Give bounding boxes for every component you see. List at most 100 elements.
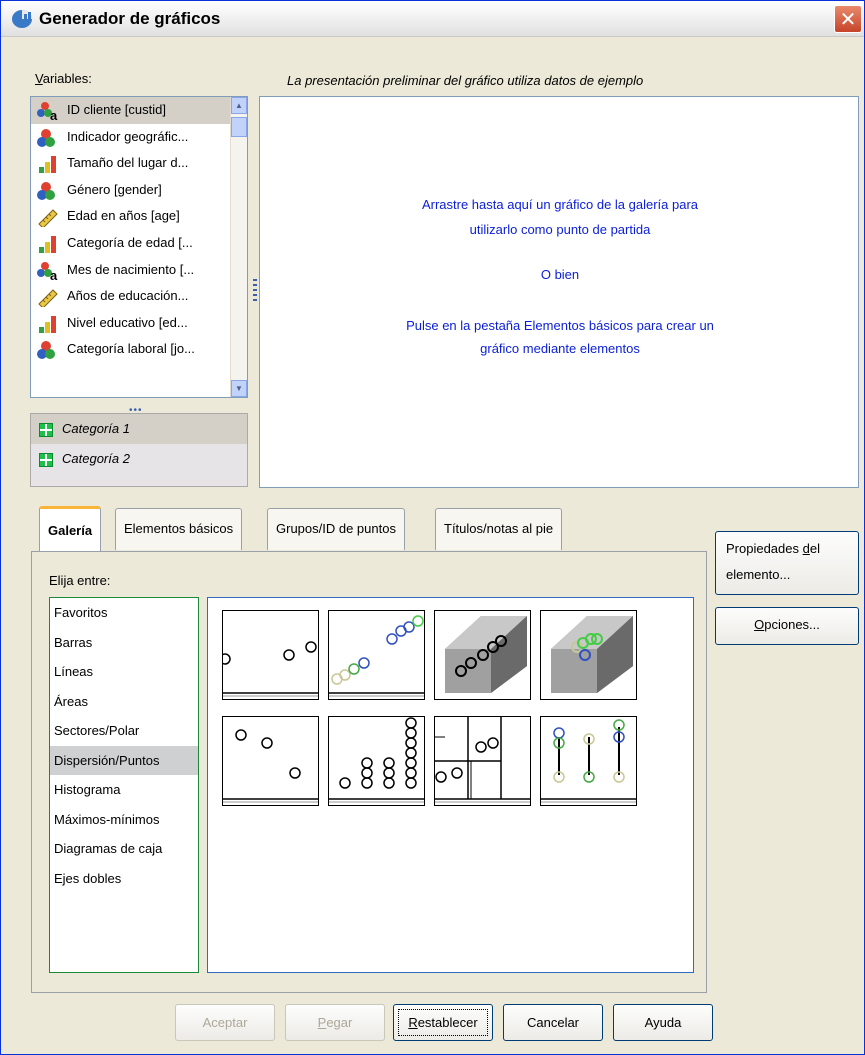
tab-gallery[interactable]: Galería	[39, 506, 102, 553]
chart-builder-window: Generador de gráficos ✕ Variables: La pr…	[0, 0, 865, 1055]
grouped-scatter-thumbnail[interactable]	[328, 610, 425, 700]
list-item[interactable]: Nivel educativo [ed...	[31, 310, 247, 337]
list-item[interactable]: Categoría 2	[31, 444, 247, 474]
button-text-mnemonic: O	[754, 617, 765, 632]
tab-titles-footnotes[interactable]: Títulos/notas al pie	[435, 508, 563, 550]
list-item[interactable]: Tamaño del lugar d...	[31, 150, 247, 177]
canvas-instruction-or: O bien	[540, 267, 580, 282]
variable-list[interactable]: a ID cliente [custid] Indicador geográfi…	[30, 96, 248, 398]
category-icon	[39, 423, 53, 437]
nominal-string-icon: a	[37, 261, 58, 281]
variables-label: Variables:	[35, 71, 92, 86]
variable-list-scrollbar[interactable]: ▲ ▼	[230, 97, 247, 397]
canvas-instruction-line: gráfico mediante elementos	[480, 341, 640, 356]
button-text: el	[809, 541, 820, 556]
element-properties-line2: elemento...	[726, 567, 791, 582]
scroll-up-button[interactable]: ▲	[231, 97, 247, 114]
category-label: Categoría 1	[62, 421, 130, 436]
3d-scatter-thumbnail[interactable]	[434, 610, 531, 700]
button-text-mnemonic: d	[802, 541, 810, 556]
options-button[interactable]: Opciones...	[715, 607, 859, 645]
grouped-scatter-icon	[329, 615, 424, 697]
accept-button[interactable]: Aceptar	[175, 1004, 275, 1041]
variable-label: Género [gender]	[67, 181, 162, 197]
simple-scatter-thumbnail[interactable]	[219, 610, 319, 700]
scatter-matrix-thumbnail[interactable]	[434, 716, 531, 806]
list-item[interactable]: a ID cliente [custid]	[31, 97, 247, 124]
drop-line-icon	[541, 719, 636, 803]
category-icon	[39, 453, 53, 467]
variable-label: Indicador geográfic...	[67, 128, 189, 144]
help-button[interactable]: Ayuda	[613, 1004, 713, 1041]
ordinal-icon	[39, 315, 56, 333]
list-item[interactable]: Indicador geográfic...	[31, 124, 247, 151]
list-item[interactable]: a Mes de nacimiento [...	[31, 257, 247, 284]
button-text-mnemonic: R	[408, 1015, 418, 1030]
ordinal-icon	[39, 235, 56, 253]
chart-gallery[interactable]	[207, 597, 694, 973]
scatter-matrix-icon	[435, 717, 530, 803]
title-bar[interactable]: Generador de gráficos ✕	[1, 1, 864, 37]
arrow-down-icon: ▼	[235, 384, 243, 393]
vertical-splitter-grip[interactable]	[253, 279, 257, 303]
list-item[interactable]: Histograma	[50, 775, 198, 805]
button-text: egar	[326, 1015, 353, 1030]
cancel-button[interactable]: Cancelar	[503, 1004, 603, 1041]
chart-builder-icon	[12, 10, 32, 28]
list-item[interactable]: Edad en años [age]	[31, 203, 247, 230]
close-button[interactable]: ✕	[834, 5, 862, 33]
grouped-3d-scatter-thumbnail[interactable]	[540, 610, 637, 700]
variables-label-mnemonic: V	[35, 71, 43, 86]
close-icon: ✕	[839, 8, 857, 31]
variables-label-rest: ariables:	[42, 71, 92, 86]
element-properties-button[interactable]: Propiedades del elemento...	[715, 531, 859, 595]
list-item[interactable]: Ejes dobles	[50, 864, 198, 894]
scale-icon	[38, 289, 58, 308]
variable-label: Años de educación...	[67, 288, 189, 304]
chart-preview-canvas[interactable]: Arrastre hasta aquí un gráfico de la gal…	[259, 96, 859, 488]
scroll-thumb[interactable]	[231, 117, 247, 137]
canvas-instruction-line: Arrastre hasta aquí un gráfico de la gal…	[421, 197, 699, 212]
list-item[interactable]: Categoría laboral [jo...	[31, 336, 247, 363]
list-item[interactable]: Género [gender]	[31, 177, 247, 204]
list-item[interactable]: Máximos-mínimos	[50, 805, 198, 835]
svg-text:a: a	[50, 108, 58, 121]
scale-icon	[38, 209, 58, 228]
list-item[interactable]: Categoría 1	[31, 414, 247, 444]
window-title: Generador de gráficos	[39, 9, 221, 28]
list-item[interactable]: Diagramas de caja	[50, 834, 198, 864]
list-item[interactable]: Sectores/Polar	[50, 716, 198, 746]
list-item[interactable]: Líneas	[50, 657, 198, 687]
canvas-instruction-line: utilizarlo como punto de partida	[469, 222, 651, 237]
button-text: Propiedades	[726, 541, 803, 556]
list-item[interactable]: Dispersión/Puntos	[50, 745, 198, 775]
button-text-mnemonic: P	[317, 1015, 327, 1030]
choose-from-label: Elija entre:	[49, 573, 111, 588]
stacked-dot-plot-thumbnail[interactable]	[328, 716, 425, 806]
list-item[interactable]: Favoritos	[50, 598, 198, 628]
paste-button[interactable]: Pegar	[285, 1004, 385, 1041]
preview-note: La presentación preliminar del gráfico u…	[287, 73, 644, 88]
list-item[interactable]: Categoría de edad [...	[31, 230, 247, 257]
tab-basic-elements[interactable]: Elementos básicos	[115, 508, 243, 550]
canvas-instruction-line: Pulse en la pestaña Elementos básicos pa…	[406, 318, 714, 333]
nominal-string-icon: a	[37, 102, 58, 121]
3d-scatter-icon	[445, 616, 527, 693]
variable-label: Mes de nacimiento [...	[67, 261, 195, 277]
list-item[interactable]: Áreas	[50, 687, 198, 717]
button-text: pciones...	[764, 617, 820, 632]
nominal-icon	[37, 341, 55, 360]
chart-type-list[interactable]: Favoritos Barras Líneas Áreas Sectores/P…	[49, 597, 199, 973]
list-item[interactable]: Barras	[50, 628, 198, 658]
drop-line-thumbnail[interactable]	[540, 716, 637, 806]
category-list[interactable]: Categoría 1 Categoría 2	[30, 413, 248, 487]
ordinal-icon	[39, 156, 56, 174]
simple-dot-plot-thumbnail[interactable]	[222, 716, 319, 806]
scroll-down-button[interactable]: ▼	[231, 380, 247, 397]
category-label: Categoría 2	[62, 451, 130, 466]
variable-label: Categoría de edad [...	[67, 234, 193, 250]
list-item[interactable]: Años de educación...	[31, 283, 247, 310]
button-text: establecer	[417, 1015, 478, 1030]
reset-button[interactable]: Restablecer	[393, 1004, 493, 1041]
tab-groups-point-id[interactable]: Grupos/ID de puntos	[267, 508, 405, 550]
